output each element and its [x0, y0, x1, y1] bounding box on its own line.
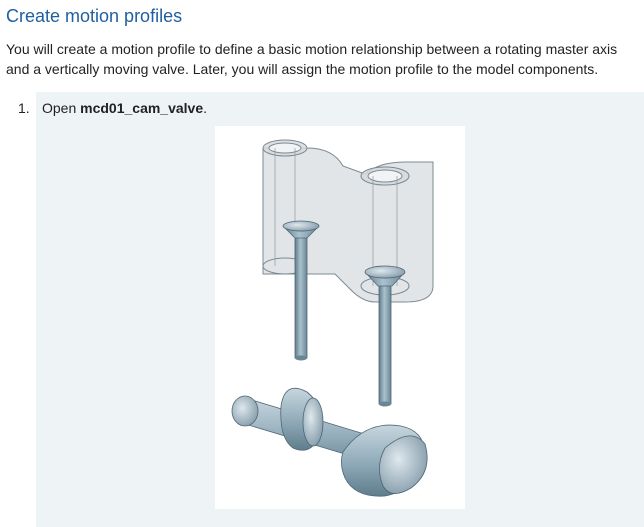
- step-number: 1.: [18, 100, 30, 116]
- intro-paragraph: You will create a motion profile to defi…: [6, 41, 618, 77]
- step-prefix: Open: [42, 100, 81, 116]
- step-suffix: .: [203, 100, 208, 116]
- step-instruction: Open mcd01_cam_valve.: [42, 100, 207, 116]
- housing-shape: [262, 139, 434, 303]
- page: Create motion profiles You will create a…: [0, 0, 644, 527]
- camshaft: [231, 387, 428, 497]
- cam-valve-model-image: [215, 126, 465, 509]
- file-name: mcd01_cam_valve: [80, 100, 204, 116]
- section-heading: Create motion profiles: [6, 6, 183, 26]
